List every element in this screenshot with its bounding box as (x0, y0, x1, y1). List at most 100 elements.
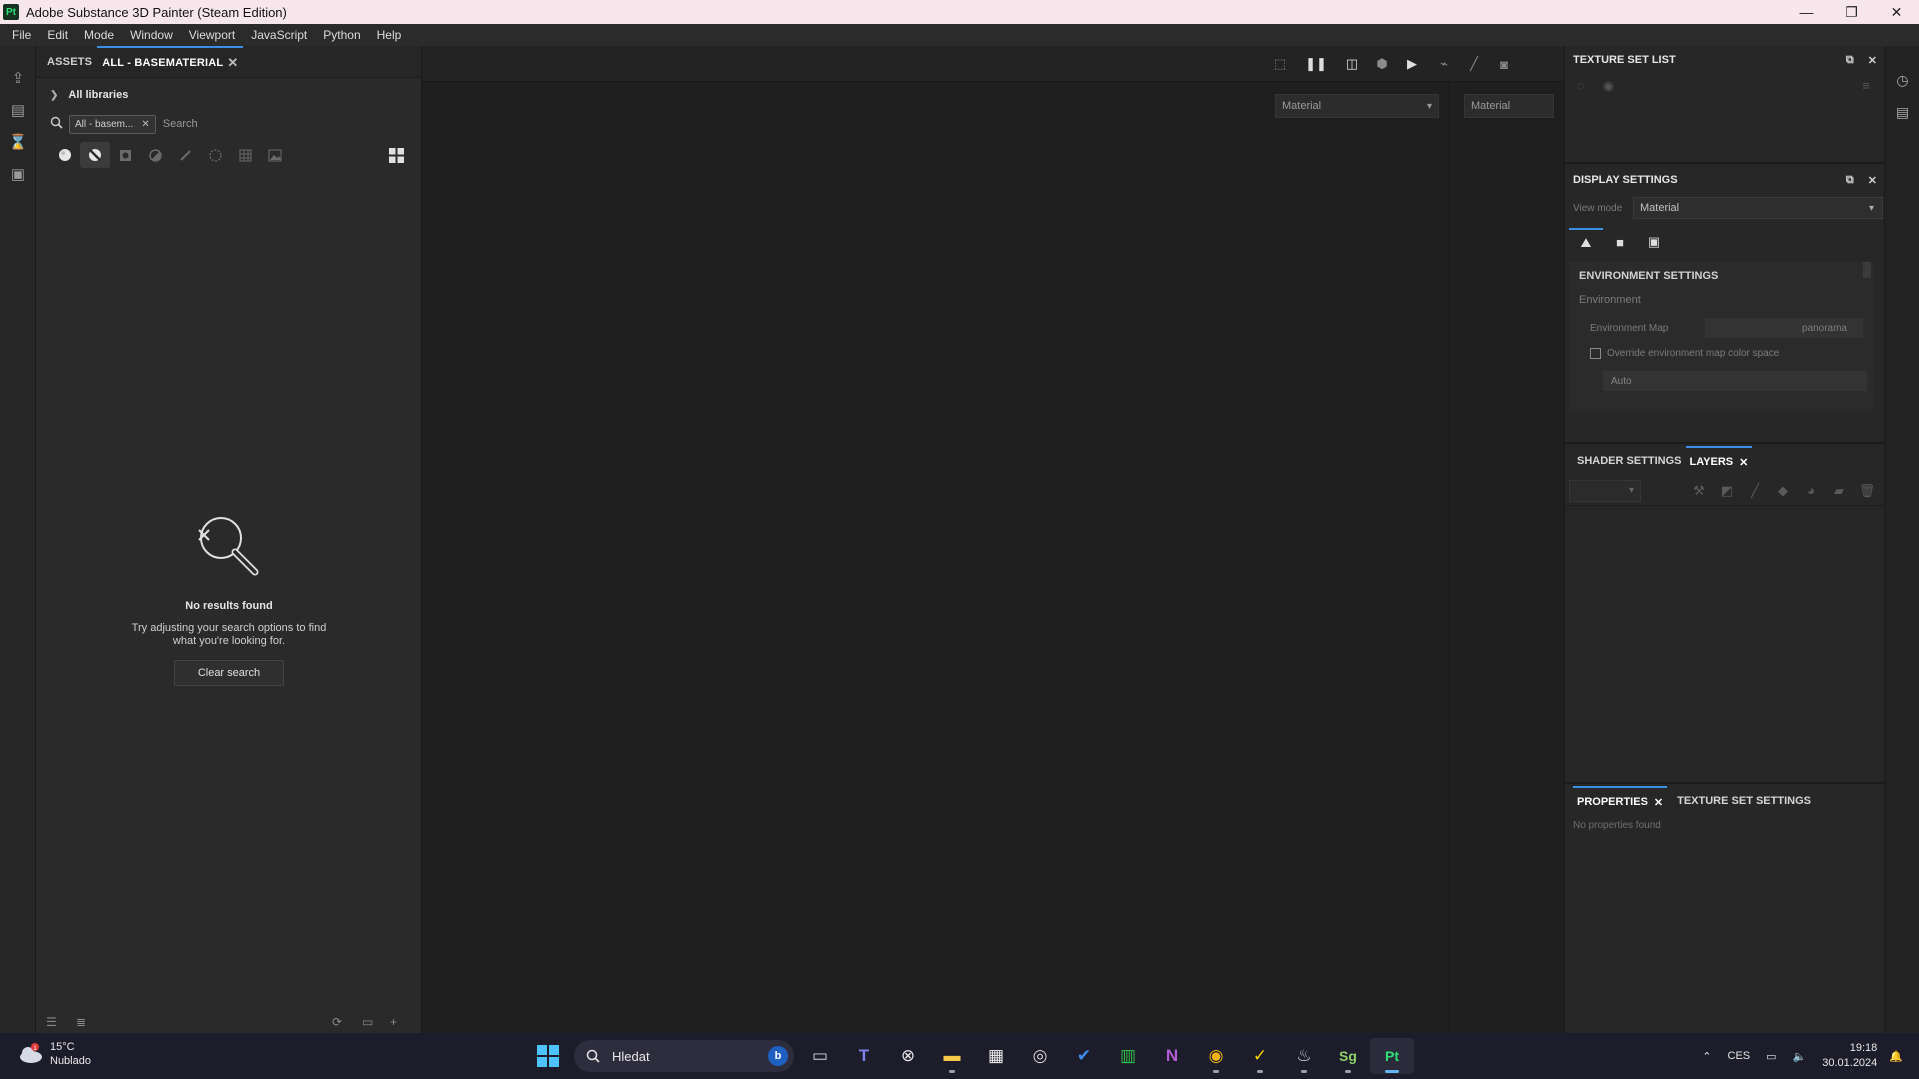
menu-file[interactable]: File (4, 28, 39, 42)
sort-icon[interactable]: ≣ (76, 1015, 86, 1029)
list-settings-icon[interactable]: ≡ (1862, 78, 1870, 94)
app-circle-icon[interactable]: ◎ (1018, 1038, 1062, 1074)
library-tree-item[interactable]: ❯ All libraries (36, 82, 421, 108)
brushes-filter-icon[interactable] (170, 142, 200, 168)
materials-filter-icon[interactable] (50, 142, 80, 168)
menu-help[interactable]: Help (369, 28, 410, 42)
keyboard-language[interactable]: CES (1728, 1050, 1751, 1062)
environment-map-field[interactable]: panorama (1705, 318, 1863, 338)
viewport-2d-mode-select[interactable]: Material (1464, 94, 1554, 118)
chevron-right-icon[interactable]: ❯ (50, 90, 58, 101)
assets-library-icon[interactable]: ▤ (0, 94, 36, 126)
remove-filter-icon[interactable]: ✕ (141, 119, 149, 130)
close-tab-icon[interactable]: ✕ (227, 55, 238, 71)
windows-start-icon[interactable] (526, 1038, 570, 1074)
add-smart-material-icon[interactable]: ◕ (1797, 483, 1825, 498)
weather-widget[interactable]: 1 15°C Nublado (18, 1040, 91, 1068)
tab-texture-set-settings[interactable]: TEXTURE SET SETTINGS (1673, 786, 1815, 816)
masks-filter-icon[interactable] (110, 142, 140, 168)
tab-properties[interactable]: PROPERTIES ✕ (1573, 786, 1668, 816)
scrollbar-thumb[interactable] (1863, 262, 1871, 278)
camera-tab-icon[interactable]: ■ (1603, 228, 1637, 256)
volume-icon[interactable]: 🔈 (1793, 1050, 1807, 1063)
textures-filter-icon[interactable] (230, 142, 260, 168)
eye-icon[interactable]: ◉ (1603, 78, 1614, 94)
screenshot-icon[interactable]: ◙ (1492, 54, 1516, 74)
substance-designer-icon[interactable]: Sg (1326, 1038, 1370, 1074)
add-effect-icon[interactable]: ⚒ (1685, 483, 1713, 499)
clock[interactable]: 19:18 30.01.2024 (1822, 1041, 1877, 1071)
onenote-icon[interactable]: N (1150, 1038, 1194, 1074)
todo-icon[interactable]: ✔ (1062, 1038, 1106, 1074)
new-folder-icon[interactable]: ▭ (362, 1015, 373, 1029)
task-view-icon[interactable]: ▭ (798, 1038, 842, 1074)
brush-tool-icon[interactable]: ╱ (1462, 54, 1486, 74)
menu-javascript[interactable]: JavaScript (243, 28, 315, 42)
add-folder-icon[interactable]: ▰ (1825, 483, 1853, 499)
close-window-button[interactable]: ✕ (1874, 0, 1919, 24)
environment-tab-icon[interactable]: ⛰ (1569, 228, 1603, 256)
menu-mode[interactable]: Mode (76, 28, 122, 42)
pause-icon[interactable]: ❚❚ (1304, 54, 1328, 74)
camera-icon[interactable]: ▶ (1400, 54, 1424, 74)
history-icon[interactable]: ◷ (1885, 64, 1919, 96)
close-tab-icon[interactable]: ✕ (1739, 456, 1748, 469)
menu-python[interactable]: Python (315, 28, 368, 42)
render-mode-icon[interactable]: ⬢ (1370, 54, 1394, 74)
menu-window[interactable]: Window (122, 28, 181, 42)
channel-select[interactable]: ▾ (1569, 479, 1641, 502)
float-panel-icon[interactable]: ⧉ (1846, 54, 1854, 67)
hide-icon[interactable]: ◌ (1577, 78, 1585, 94)
norton-icon[interactable]: ✓ (1238, 1038, 1282, 1074)
selection-icon[interactable]: ⬚ (1268, 54, 1292, 74)
tab-assets[interactable]: ASSETS (42, 46, 97, 78)
float-panel-icon[interactable]: ⧉ (1846, 174, 1854, 187)
viewport-split-divider[interactable] (1448, 82, 1450, 1033)
close-tab-icon[interactable]: ✕ (1654, 796, 1663, 809)
delete-layer-icon[interactable]: 🗑 (1853, 483, 1881, 499)
environments-filter-icon[interactable] (260, 142, 290, 168)
shelf-icon[interactable]: ⌛ (0, 126, 36, 158)
override-color-space-checkbox[interactable] (1590, 348, 1601, 359)
filter-chip[interactable]: All - basem... ✕ (69, 114, 156, 134)
add-fill-layer-icon[interactable]: ◆ (1769, 483, 1797, 499)
override-color-space-row[interactable]: Override environment map color space (1579, 348, 1863, 359)
smart-masks-filter-icon[interactable] (140, 142, 170, 168)
tab-layers[interactable]: LAYERS ✕ (1685, 446, 1753, 476)
bing-icon[interactable]: b (768, 1046, 788, 1066)
tray-chevron-up-icon[interactable]: ⌃ (1702, 1050, 1711, 1063)
particles-filter-icon[interactable] (200, 142, 230, 168)
paint-mode-icon[interactable]: ⌁ (1432, 54, 1456, 74)
teams-icon[interactable]: T (842, 1038, 886, 1074)
excel-icon[interactable]: ▥ (1106, 1038, 1150, 1074)
file-explorer-icon[interactable]: ▬ (930, 1038, 974, 1074)
menu-edit[interactable]: Edit (39, 28, 76, 42)
viewport-3d-mode-select[interactable]: Material ▾ (1275, 94, 1439, 118)
list-view-icon[interactable]: ☰ (46, 1015, 57, 1029)
export-icon[interactable]: ⇪ (0, 62, 36, 94)
color-space-select[interactable]: Auto (1603, 371, 1867, 391)
taskbar-search[interactable]: Hledat b (574, 1040, 794, 1072)
steam-icon[interactable]: ♨ (1282, 1038, 1326, 1074)
add-mask-icon[interactable]: ◩ (1713, 483, 1741, 499)
view-mode-select[interactable]: Material ▾ (1633, 197, 1883, 219)
refresh-icon[interactable]: ⟳ (332, 1015, 342, 1029)
close-panel-icon[interactable]: ✕ (1868, 54, 1877, 67)
clear-search-button[interactable]: Clear search (173, 660, 285, 686)
network-icon[interactable]: ▭ (1766, 1050, 1776, 1063)
minimize-button[interactable]: — (1784, 0, 1829, 24)
smart-materials-filter-icon[interactable] (80, 142, 110, 168)
store-icon[interactable]: ▦ (974, 1038, 1018, 1074)
log-icon[interactable]: ▤ (1885, 96, 1919, 128)
viewport[interactable]: ⬚ ❚❚ ◫ ⬢ ▶ ⌁ ╱ ◙ Material ▾ Material (422, 46, 1564, 1033)
close-panel-icon[interactable]: ✕ (1868, 174, 1877, 187)
split-view-icon[interactable]: ◫ (1340, 54, 1364, 74)
tab-all-basematerial[interactable]: ALL - BASEMATERIAL ✕ (97, 45, 244, 78)
add-icon[interactable]: + (390, 1015, 397, 1029)
menu-viewport[interactable]: Viewport (181, 28, 243, 42)
xbox-icon[interactable]: ⊗ (886, 1038, 930, 1074)
chrome-icon[interactable]: ◉ (1194, 1038, 1238, 1074)
grid-view-icon[interactable] (383, 142, 409, 168)
tab-shader-settings[interactable]: SHADER SETTINGS (1573, 446, 1686, 476)
viewer-tab-icon[interactable]: ▣ (1637, 228, 1671, 256)
